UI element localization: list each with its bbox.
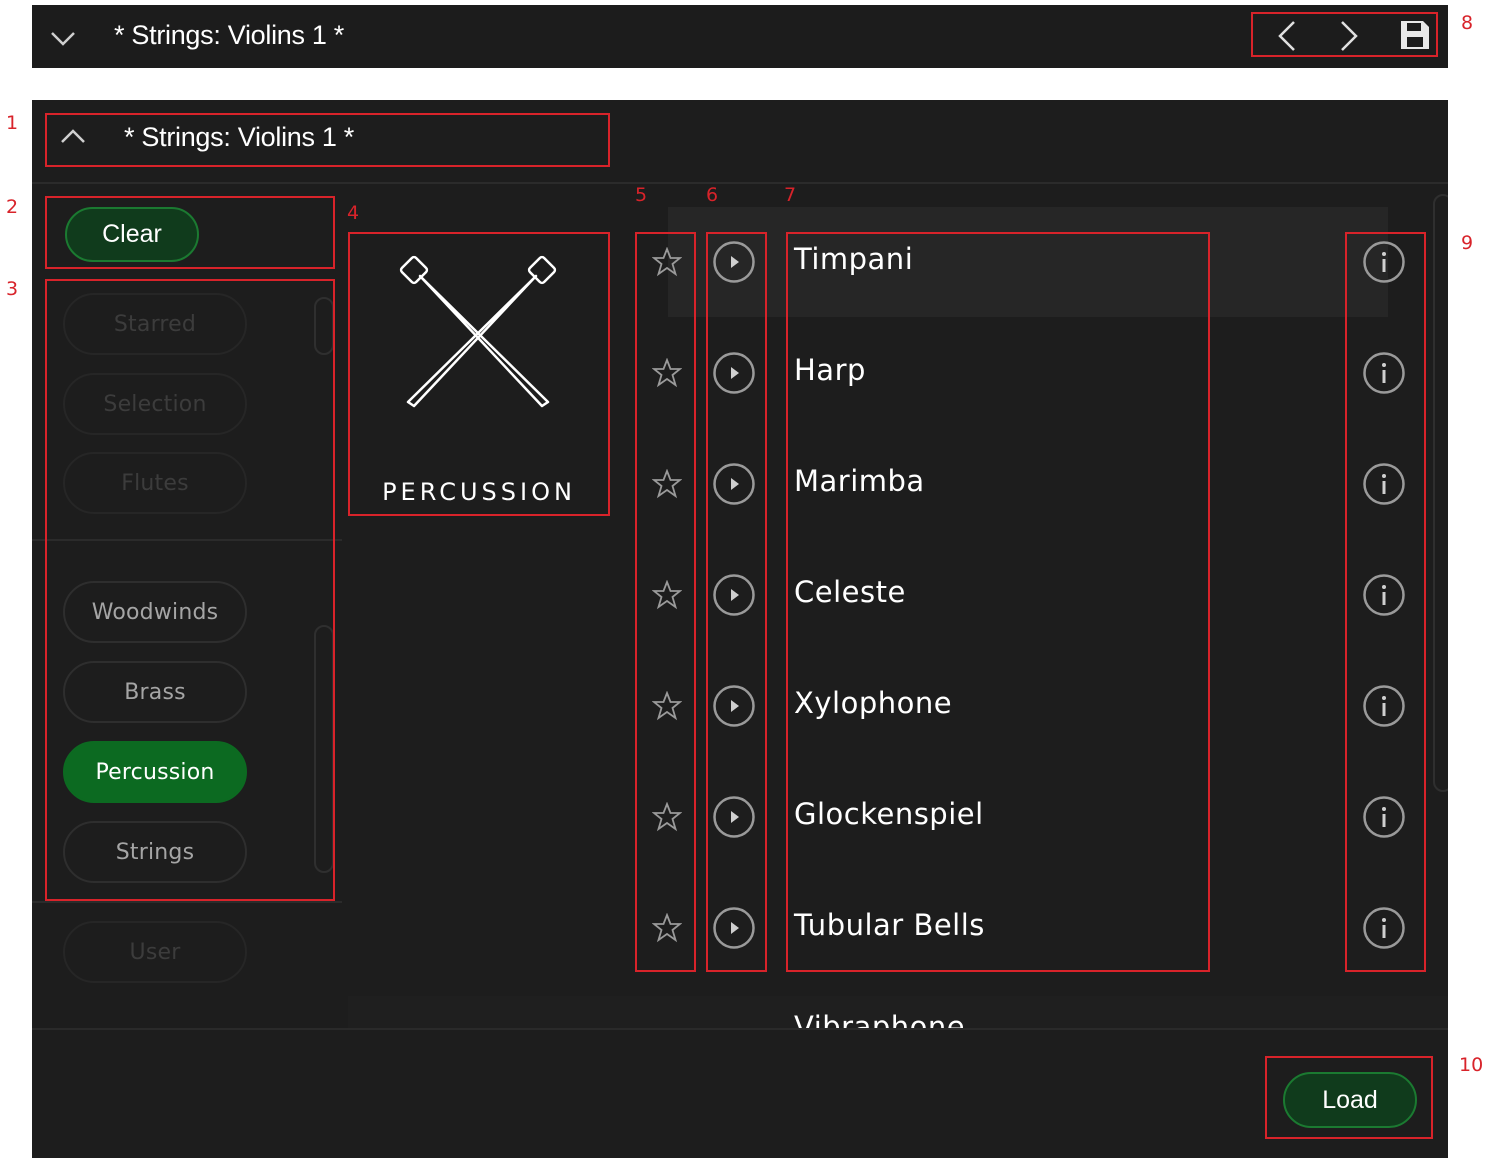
annotation-box-3 — [45, 279, 335, 901]
annotation-box-1 — [45, 113, 610, 167]
callout-3: 3 — [6, 278, 19, 300]
top-bar: * Strings: Violins 1 * — [32, 5, 1448, 68]
annotation-box-2 — [45, 196, 335, 269]
instrument-list-scrollbar[interactable] — [1433, 194, 1448, 792]
header-divider — [32, 182, 1448, 184]
annotation-box-9 — [1345, 232, 1426, 972]
annotation-box-5 — [635, 232, 696, 972]
annotation-box-4 — [348, 232, 610, 516]
callout-5: 5 — [635, 184, 648, 206]
callout-9: 9 — [1461, 232, 1474, 254]
callout-7: 7 — [784, 184, 797, 206]
annotation-box-10 — [1265, 1056, 1433, 1139]
callout-10: 10 — [1459, 1054, 1484, 1076]
callout-1: 1 — [6, 112, 19, 134]
annotation-box-7 — [786, 232, 1210, 972]
callout-2: 2 — [6, 196, 19, 218]
callout-6: 6 — [706, 184, 719, 206]
instrument-row-partial[interactable]: Vibraphone — [348, 996, 1448, 1044]
annotation-box-6 — [706, 232, 767, 972]
filter-user[interactable]: User — [63, 921, 247, 983]
callout-4: 4 — [347, 202, 360, 224]
footer-bar: Load — [32, 1028, 1448, 1158]
callout-8: 8 — [1461, 12, 1474, 34]
preset-title: * Strings: Violins 1 * — [114, 20, 345, 50]
annotation-box-8 — [1251, 12, 1438, 57]
chevron-down-icon[interactable] — [48, 23, 78, 53]
user-divider — [32, 901, 342, 903]
